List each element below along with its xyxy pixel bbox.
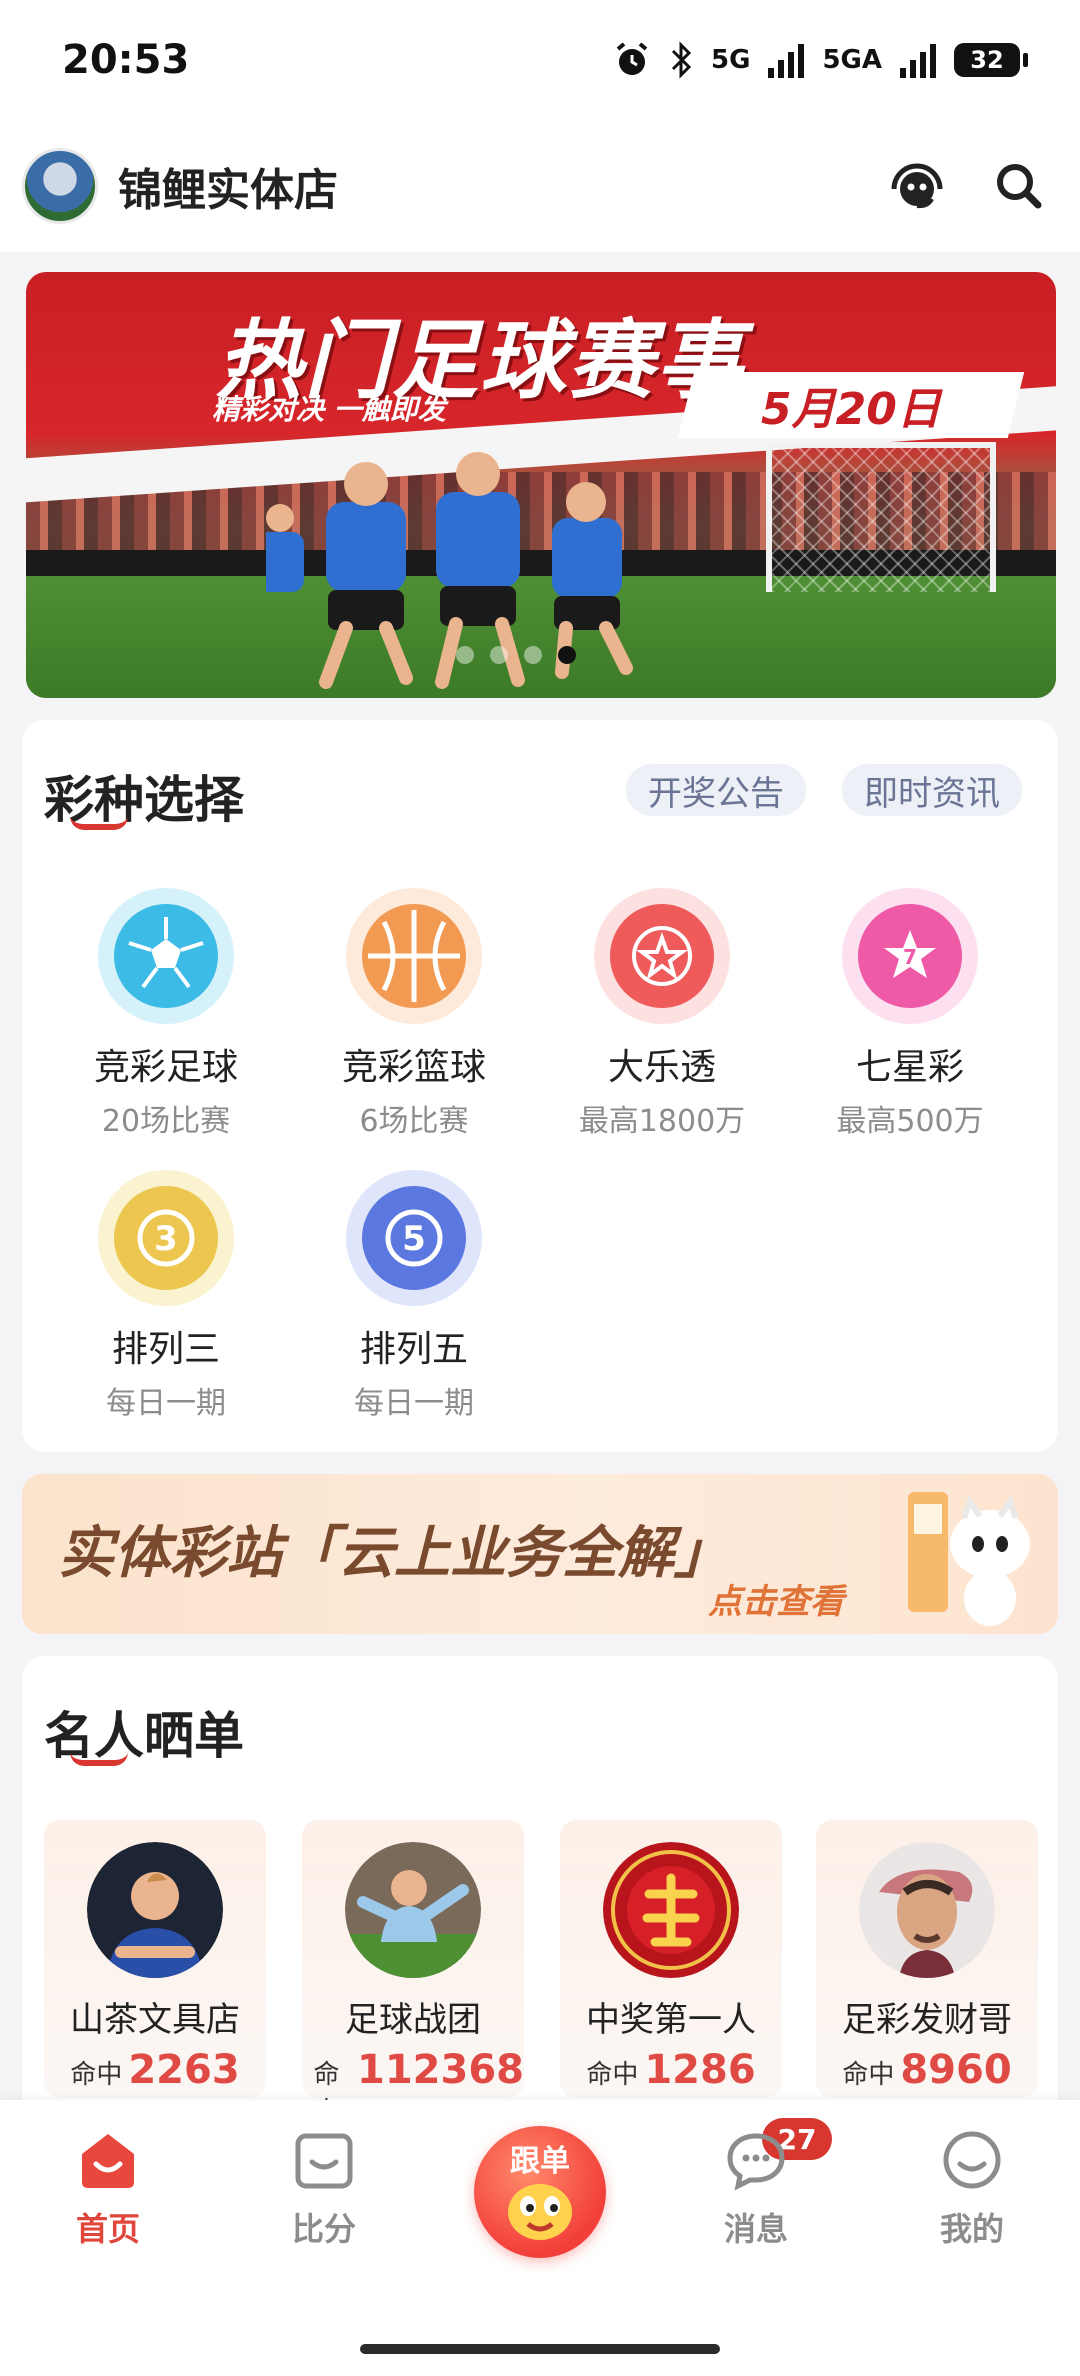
home-indicator — [360, 2344, 720, 2354]
lottery-name: 排列三 — [111, 1329, 220, 1370]
banner-dot[interactable] — [490, 646, 508, 664]
star-ball-icon — [594, 888, 730, 1024]
lottery-item-daletou[interactable]: 大乐透 最高1800万 — [552, 888, 772, 1140]
banner-dot[interactable] — [456, 646, 474, 664]
lottery-sub: 6场比赛 — [359, 1104, 469, 1139]
number-3-ball-icon: 3 — [98, 1170, 234, 1306]
lottery-item-qixingcai[interactable]: 7 七星彩 最高500万 — [800, 888, 1020, 1140]
follow-bet-icon[interactable]: 跟单 — [474, 2126, 606, 2258]
app-header: 锦鲤实体店 — [0, 120, 1080, 252]
banner-goal — [766, 442, 996, 592]
banner-pagination — [456, 646, 576, 664]
banner-subtitle: 精彩对决 一触即发 — [212, 393, 446, 426]
hit-count: 112368 — [357, 2047, 524, 2093]
battery-icon: 32 — [954, 43, 1028, 77]
mascot-illustration — [908, 1492, 1030, 1626]
lottery-item-football[interactable]: 竞彩足球 20场比赛 — [56, 888, 276, 1140]
lottery-name: 七星彩 — [855, 1047, 964, 1088]
celebrity-hit: 命中 1286 — [560, 2047, 782, 2093]
lottery-item-basketball[interactable]: 竞彩篮球 6场比赛 — [304, 888, 524, 1140]
lottery-sub: 最高500万 — [836, 1104, 984, 1139]
title-underline — [70, 1752, 128, 1766]
promo-title: 实体彩站「云上业务全解」 — [58, 1521, 730, 1586]
nav-item-messages[interactable]: 消息 — [686, 2128, 826, 2250]
message-icon — [727, 2133, 785, 2191]
hit-label: 命中 — [842, 2060, 895, 2090]
network-label-1: 5G — [711, 45, 751, 75]
lottery-item-pailie3[interactable]: 3 排列三 每日一期 — [56, 1170, 276, 1422]
ball-digit: 3 — [154, 1219, 178, 1259]
football-icon — [98, 888, 234, 1024]
celebrity-name: 足彩发财哥 — [842, 2000, 1012, 2040]
celebrity-hit: 命中 8960 — [816, 2047, 1038, 2093]
signal-icon-1 — [768, 42, 805, 78]
search-icon[interactable] — [988, 155, 1050, 217]
nav-item-profile[interactable]: 我的 — [902, 2128, 1042, 2250]
profile-icon — [943, 2131, 1001, 2189]
shop-name: 锦鲤实体店 — [118, 165, 338, 216]
lottery-name: 竞彩足球 — [93, 1047, 238, 1088]
mascot-face-icon — [508, 2184, 572, 2240]
network-label-2: 5GA — [822, 45, 882, 75]
hit-count: 8960 — [900, 2047, 1012, 2093]
customer-service-icon[interactable] — [886, 155, 948, 217]
banner-date: 5月20日 — [677, 372, 1025, 438]
ball-digit: 5 — [402, 1219, 426, 1259]
basketball-icon — [346, 888, 482, 1024]
celebrity-card[interactable]: 中奖第一人 命中 1286 — [560, 1820, 782, 2098]
hit-count: 1286 — [644, 2047, 756, 2093]
header-actions — [886, 155, 1050, 217]
lottery-name: 排列五 — [359, 1329, 468, 1370]
signal-icon-2 — [900, 42, 936, 78]
lottery-name: 竞彩篮球 — [341, 1047, 486, 1088]
avatar — [859, 1842, 995, 1978]
avatar[interactable] — [22, 148, 98, 224]
promo-link[interactable]: 点击查看 — [708, 1574, 844, 1623]
celebrity-card[interactable]: 山茶文具店 命中 2263 — [44, 1820, 266, 2098]
nav-label: 比分 — [291, 2210, 356, 2248]
celebrity-card[interactable]: 足彩发财哥 命中 8960 — [816, 1820, 1038, 2098]
lottery-sub: 20场比赛 — [101, 1104, 231, 1139]
promo-banner[interactable]: 实体彩站「云上业务全解」 点击查看 — [22, 1474, 1058, 1634]
nav-item-score[interactable]: 比分 — [254, 2128, 394, 2250]
celebrity-name: 足球战团 — [345, 2000, 481, 2040]
news-link[interactable]: 即时资讯 — [842, 764, 1022, 816]
lottery-name: 大乐透 — [607, 1047, 716, 1088]
celebrity-hit: 命中 2263 — [44, 2047, 266, 2093]
celebrity-name: 山茶文具店 — [70, 2000, 240, 2040]
title-underline — [70, 816, 128, 830]
hit-count: 2263 — [128, 2047, 240, 2093]
hit-label: 命中 — [70, 2060, 123, 2090]
lottery-section: 彩种选择 开奖公告 即时资讯 竞彩足球 20场比赛 竞彩篮球 6场比赛 大乐透 … — [22, 720, 1058, 1452]
nav-label: 首页 — [75, 2210, 140, 2248]
nav-label: 我的 — [939, 2210, 1004, 2248]
seven-star-icon: 7 — [842, 888, 978, 1024]
hit-label: 命中 — [586, 2060, 639, 2090]
banner-dot-active[interactable] — [558, 646, 576, 664]
score-icon — [295, 2133, 353, 2189]
draw-announcement-link[interactable]: 开奖公告 — [626, 764, 806, 816]
avatar — [345, 1842, 481, 1978]
hero-banner[interactable]: 热门足球赛事 精彩对决 一触即发 5月20日 — [26, 272, 1056, 698]
bottom-nav: 首页 比分 跟单 27 消息 我的 — [0, 2100, 1080, 2376]
lottery-sub: 每日一期 — [106, 1386, 226, 1421]
lottery-sub: 最高1800万 — [578, 1104, 746, 1139]
status-bar: 20:53 5G 5GA 32 — [0, 0, 1080, 120]
banner-dot[interactable] — [524, 646, 542, 664]
home-icon — [82, 2134, 134, 2188]
svg-text:7: 7 — [903, 945, 917, 969]
celebrity-name: 中奖第一人 — [586, 2000, 756, 2040]
avatar — [87, 1842, 223, 1978]
status-time: 20:53 — [62, 37, 190, 83]
lottery-sub: 每日一期 — [354, 1386, 474, 1421]
celebrity-card[interactable]: 足球战团 命中 112368 — [302, 1820, 524, 2127]
nav-item-home[interactable]: 首页 — [38, 2128, 178, 2250]
bluetooth-icon — [671, 41, 692, 79]
avatar — [603, 1842, 739, 1978]
alarm-icon — [616, 42, 648, 75]
number-5-ball-icon: 5 — [346, 1170, 482, 1306]
nav-label: 消息 — [723, 2210, 788, 2248]
status-icons: 5G 5GA 32 — [613, 41, 1028, 79]
lottery-item-pailie5[interactable]: 5 排列五 每日一期 — [304, 1170, 524, 1422]
